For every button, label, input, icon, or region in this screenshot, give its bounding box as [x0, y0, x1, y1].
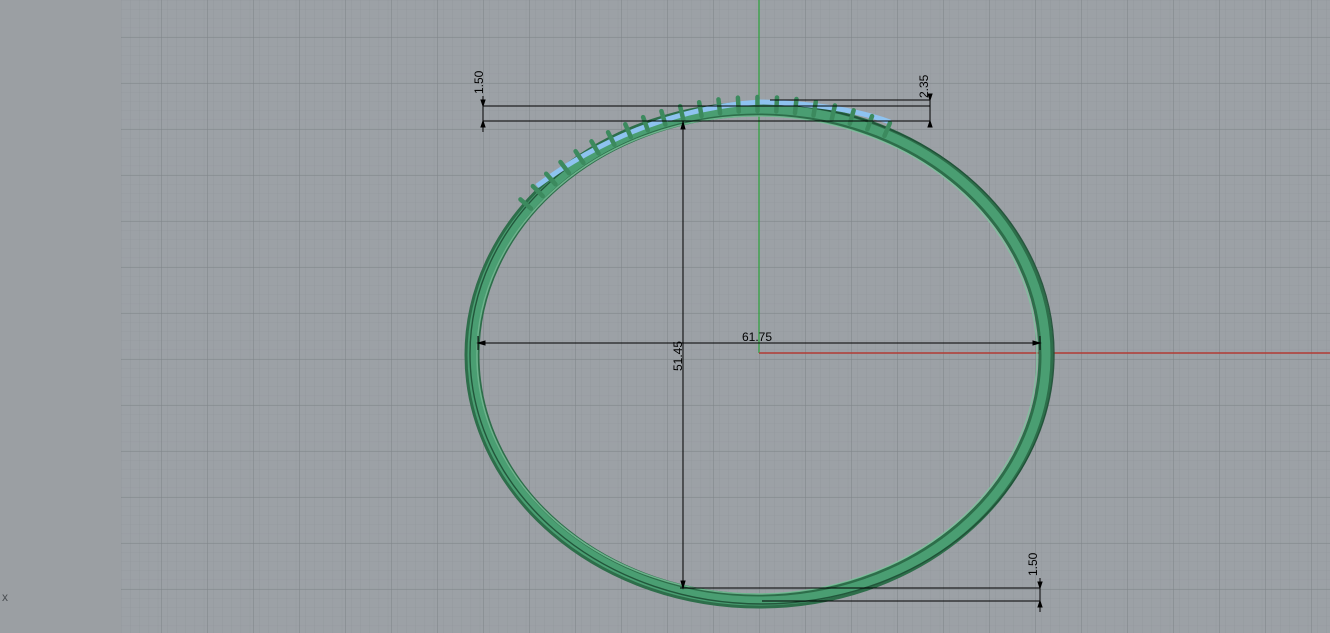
prong [829, 103, 838, 122]
rhino-top-viewport[interactable]: x 1.50 2.35 61.75 51.45 1.50 [0, 0, 1330, 633]
prong [677, 103, 686, 123]
prong [811, 99, 819, 118]
dimension-bottom-right-offset: 1.50 [1026, 552, 1040, 576]
grid-major [121, 0, 1330, 633]
dimension-top-left-offset: 1.50 [472, 70, 486, 94]
viewport-canvas[interactable]: 1.50 2.35 61.75 51.45 1.50 [0, 0, 1330, 633]
dimension-height: 51.45 [671, 341, 685, 371]
dimension-width: 61.75 [742, 330, 772, 344]
prong [696, 99, 704, 119]
dimension-top-right-offset: 2.35 [917, 74, 931, 98]
prong [735, 95, 741, 114]
